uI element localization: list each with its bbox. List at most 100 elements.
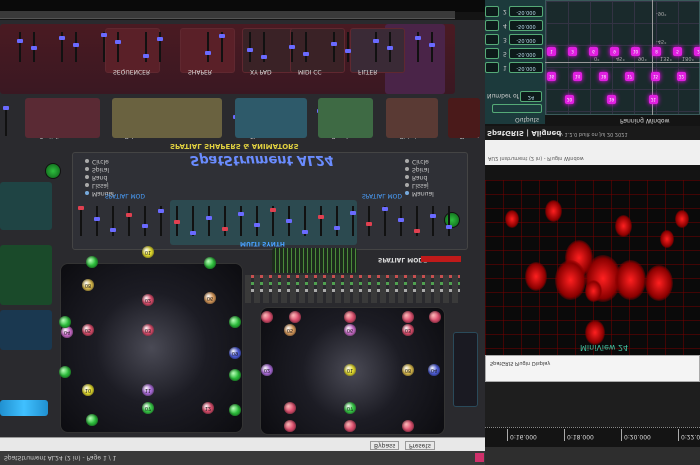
mode-option[interactable]: Rand: [412, 174, 427, 181]
panning-value-field[interactable]: -50.000: [509, 6, 543, 17]
mode-option[interactable]: Lissaj: [92, 182, 109, 189]
mode-radio[interactable]: [405, 167, 409, 171]
fader[interactable]: [157, 32, 163, 62]
source-dot[interactable]: 07: [344, 402, 356, 414]
fader[interactable]: [331, 32, 337, 62]
speaker-dot[interactable]: [59, 366, 71, 378]
panning-source-dot[interactable]: 15: [651, 72, 660, 81]
mode-option[interactable]: Manual: [92, 190, 114, 197]
panning-source-dot[interactable]: 9: [610, 47, 619, 56]
green-knob-left[interactable]: [45, 163, 61, 179]
synth-fader[interactable]: [350, 206, 356, 236]
panning-source-dot[interactable]: 17: [625, 72, 634, 81]
speaker-dot[interactable]: [229, 316, 241, 328]
mode-radio[interactable]: [85, 167, 89, 171]
mode-option[interactable]: Manual: [412, 190, 434, 197]
panning-source-dot[interactable]: 21: [649, 95, 658, 104]
panning-source-dot[interactable]: 8: [652, 47, 661, 56]
fader[interactable]: [205, 32, 211, 62]
source-dot[interactable]: 07: [142, 402, 154, 414]
presets-button[interactable]: Presets: [409, 442, 431, 449]
mode-radio[interactable]: [85, 175, 89, 179]
channel-grid[interactable]: [245, 275, 460, 303]
miniview-3d[interactable]: [485, 180, 700, 355]
mode-radio[interactable]: [405, 159, 409, 163]
mode-option[interactable]: Spiral: [412, 166, 429, 173]
synth-fader[interactable]: [334, 206, 340, 236]
synth-fader[interactable]: [78, 206, 84, 236]
speaker-dot[interactable]: [402, 311, 414, 323]
speaker-dot[interactable]: [204, 257, 216, 269]
synth-fader[interactable]: [446, 206, 452, 236]
source-dot[interactable]: 09: [229, 347, 241, 359]
source-dot[interactable]: 01: [344, 364, 356, 376]
synth-fader[interactable]: [126, 206, 132, 236]
fader[interactable]: [59, 32, 65, 62]
source-dot[interactable]: 11: [142, 384, 154, 396]
mode-option[interactable]: Circle: [412, 158, 429, 165]
synth-fader[interactable]: [222, 206, 228, 236]
mode-radio[interactable]: [405, 191, 409, 195]
close-icon[interactable]: [475, 453, 484, 462]
speaker-dot[interactable]: [402, 420, 414, 432]
source-dot[interactable]: 04: [428, 364, 440, 376]
panning-source-dot[interactable]: 1: [547, 47, 556, 56]
mode-radio[interactable]: [85, 159, 89, 163]
fader[interactable]: [143, 32, 149, 62]
synth-fader[interactable]: [366, 206, 372, 236]
panning-value-field[interactable]: -50.000: [509, 48, 543, 59]
source-dot[interactable]: 02: [261, 364, 273, 376]
panning-source-dot[interactable]: 14: [573, 72, 582, 81]
source-dot[interactable]: 02: [142, 294, 154, 306]
synth-fader[interactable]: [302, 206, 308, 236]
source-dot[interactable]: 08: [402, 364, 414, 376]
fader[interactable]: [219, 32, 225, 62]
panning-source-dot[interactable]: 3: [568, 47, 577, 56]
panning-source-dot[interactable]: 16: [547, 72, 556, 81]
speaker-dot[interactable]: [261, 311, 273, 323]
synth-fader[interactable]: [158, 206, 164, 236]
panning-offset-field[interactable]: [485, 48, 499, 59]
fader[interactable]: [73, 32, 79, 62]
speaker-dot[interactable]: [284, 402, 296, 414]
mode-option[interactable]: Circle: [92, 158, 109, 165]
synth-fader[interactable]: [414, 206, 420, 236]
source-dot[interactable]: 01: [142, 246, 154, 258]
synth-fader[interactable]: [254, 206, 260, 236]
panning-source-dot[interactable]: 18: [599, 72, 608, 81]
mode-option[interactable]: Spiral: [92, 166, 109, 173]
synth-fader[interactable]: [174, 206, 180, 236]
host-track-bar[interactable]: [0, 11, 455, 19]
panning-source-dot[interactable]: 22: [677, 72, 686, 81]
synth-fader[interactable]: [238, 206, 244, 236]
source-dot[interactable]: 06: [344, 324, 356, 336]
source-dot[interactable]: 03: [402, 324, 414, 336]
speaker-dot[interactable]: [86, 414, 98, 426]
fader[interactable]: [415, 32, 421, 62]
source-dot[interactable]: 10: [82, 384, 94, 396]
panning-offset-field[interactable]: [485, 62, 499, 73]
panning-source-dot[interactable]: 10: [631, 47, 640, 56]
speaker-dot[interactable]: [86, 256, 98, 268]
speaker-dot[interactable]: [344, 311, 356, 323]
source-dot[interactable]: 03: [142, 324, 154, 336]
panning-offset-field[interactable]: [485, 6, 499, 17]
speaker-dot[interactable]: [59, 316, 71, 328]
panning-source-dot[interactable]: 5: [673, 47, 682, 56]
fader[interactable]: [387, 32, 393, 62]
fader[interactable]: [31, 32, 37, 62]
panning-value-field[interactable]: -50.000: [509, 34, 543, 45]
bypass-button[interactable]: Bypass: [374, 442, 395, 449]
synth-fader[interactable]: [110, 206, 116, 236]
fader[interactable]: [101, 32, 107, 62]
source-dot[interactable]: 05: [82, 324, 94, 336]
panning-value-field[interactable]: -50.000: [509, 20, 543, 31]
panning-source-dot[interactable]: 19: [607, 95, 616, 104]
fader[interactable]: [261, 32, 267, 62]
mode-option[interactable]: Lissaj: [412, 182, 429, 189]
mode-radio[interactable]: [405, 175, 409, 179]
fader[interactable]: [17, 32, 23, 62]
synth-fader[interactable]: [318, 206, 324, 236]
panning-source-dot[interactable]: 6: [589, 47, 598, 56]
synth-fader[interactable]: [382, 206, 388, 236]
